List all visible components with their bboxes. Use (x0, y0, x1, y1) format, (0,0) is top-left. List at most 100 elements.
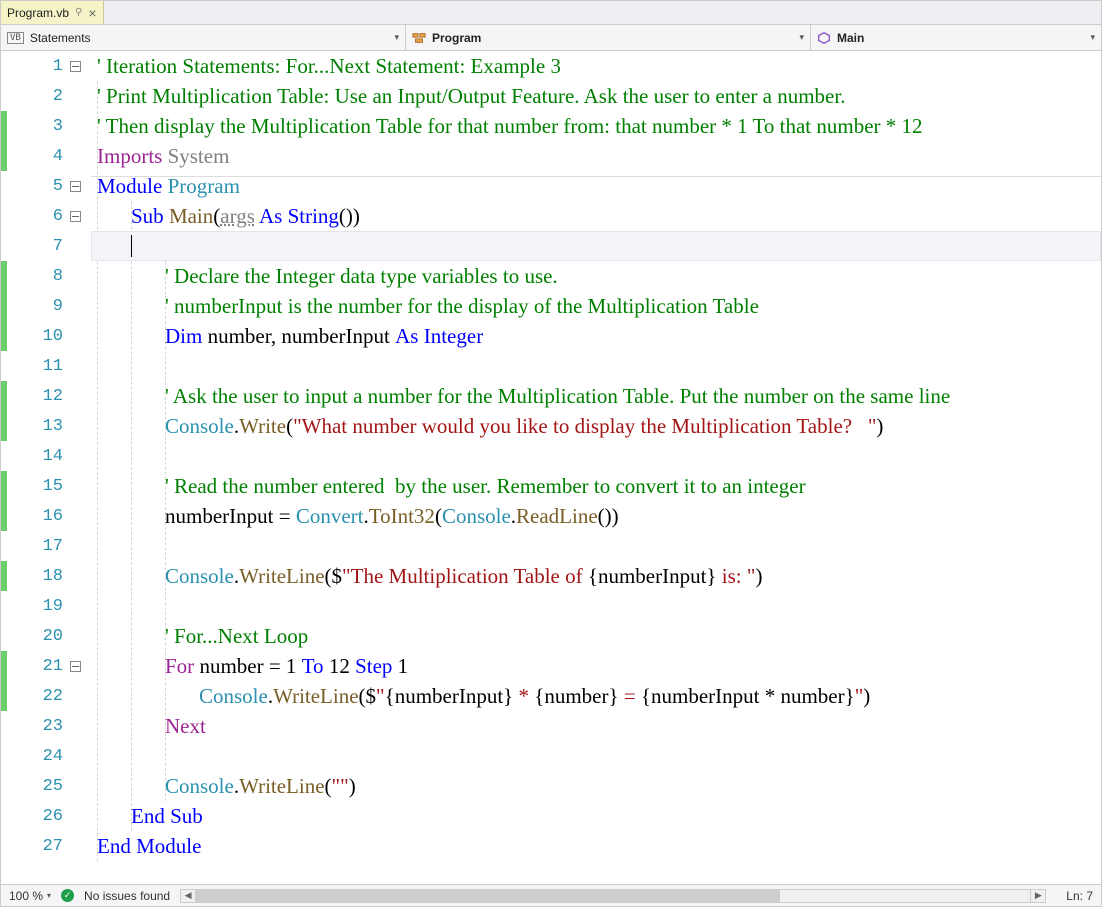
scope-selector[interactable]: VB Statements ▾ (1, 25, 406, 50)
code-line[interactable]: numberInput = Convert.ToInt32(Console.Re… (91, 501, 1101, 531)
code-line[interactable] (91, 591, 1101, 621)
navigation-bar: VB Statements ▾ Program ▾ Main ▾ (1, 25, 1101, 51)
line-number: 26 (43, 807, 63, 826)
scrollbar-track[interactable] (196, 889, 1030, 903)
status-bar: 100 % ▾ ✓ No issues found ◀ ▶ Ln: 7 (1, 884, 1101, 906)
editor-window: Program.vb ⚲ × VB Statements ▾ Program ▾… (0, 0, 1102, 907)
line-number: 23 (43, 717, 63, 736)
change-mark (1, 141, 7, 171)
check-icon: ✓ (61, 889, 74, 902)
code-line[interactable]: ' Then display the Multiplication Table … (91, 111, 1101, 141)
code-line[interactable]: Console.WriteLine($"{numberInput} * {num… (91, 681, 1101, 711)
code-line[interactable] (91, 741, 1101, 771)
fold-toggle[interactable] (70, 661, 81, 672)
line-number: 22 (43, 687, 63, 706)
change-mark (1, 681, 7, 711)
line-number: 9 (53, 297, 63, 316)
change-mark (1, 261, 7, 291)
code-area[interactable]: ' Iteration Statements: For...Next State… (91, 51, 1101, 884)
zoom-value: 100 % (9, 889, 43, 903)
line-number: 3 (53, 117, 63, 136)
line-number: 10 (43, 327, 63, 346)
close-icon[interactable]: × (88, 6, 96, 20)
change-mark (1, 321, 7, 351)
line-number: 17 (43, 537, 63, 556)
line-number: 8 (53, 267, 63, 286)
struct-icon (412, 31, 426, 45)
code-line[interactable]: ' Read the number entered by the user. R… (91, 471, 1101, 501)
line-number: 11 (43, 357, 63, 376)
code-line-current[interactable] (91, 231, 1101, 261)
zoom-selector[interactable]: 100 % ▾ (9, 889, 51, 903)
pin-icon[interactable]: ⚲ (75, 7, 82, 18)
code-line[interactable]: Sub Main(args As String()) (91, 201, 1101, 231)
line-number: 1 (53, 57, 63, 76)
chevron-down-icon: ▾ (799, 32, 804, 43)
chevron-down-icon: ▾ (1090, 32, 1095, 43)
type-selector[interactable]: Program ▾ (406, 25, 811, 50)
issues-text: No issues found (84, 889, 170, 903)
change-mark (1, 471, 7, 501)
line-number: 12 (43, 387, 63, 406)
line-number: 18 (43, 567, 63, 586)
line-number: 2 (53, 87, 63, 106)
code-line[interactable]: ' Iteration Statements: For...Next State… (91, 51, 1101, 81)
change-mark (1, 651, 7, 681)
line-number: 27 (43, 837, 63, 856)
code-line[interactable]: Imports System (91, 141, 1101, 171)
change-mark (1, 561, 7, 591)
code-line[interactable] (91, 441, 1101, 471)
line-number: 25 (43, 777, 63, 796)
cursor-position: Ln: 7 (1066, 889, 1093, 903)
fold-toggle[interactable] (70, 211, 81, 222)
tab-filename: Program.vb (7, 6, 69, 20)
code-line[interactable]: ' numberInput is the number for the disp… (91, 291, 1101, 321)
gutter: 1 2 3 4 5 6 7 8 9 10 11 12 13 14 15 16 1… (1, 51, 91, 884)
code-line[interactable]: ' For...Next Loop (91, 621, 1101, 651)
code-line[interactable]: Next (91, 711, 1101, 741)
code-line[interactable]: ' Ask the user to input a number for the… (91, 381, 1101, 411)
code-line[interactable]: Console.WriteLine($"The Multiplication T… (91, 561, 1101, 591)
document-tab[interactable]: Program.vb ⚲ × (1, 1, 104, 24)
code-line[interactable]: Module Program (91, 171, 1101, 201)
member-selector[interactable]: Main ▾ (811, 25, 1101, 50)
line-number: 13 (43, 417, 63, 436)
line-number: 4 (53, 147, 63, 166)
code-line[interactable]: ' Print Multiplication Table: Use an Inp… (91, 81, 1101, 111)
change-mark (1, 411, 7, 441)
member-label: Main (837, 31, 864, 45)
change-mark (1, 501, 7, 531)
chevron-down-icon: ▾ (394, 32, 399, 43)
code-line[interactable]: Console.Write("What number would you lik… (91, 411, 1101, 441)
caret (131, 235, 132, 257)
type-label: Program (432, 31, 481, 45)
fold-toggle[interactable] (70, 61, 81, 72)
chevron-down-icon: ▾ (47, 891, 51, 900)
line-number: 5 (53, 177, 63, 196)
fold-toggle[interactable] (70, 181, 81, 192)
code-line[interactable]: Dim number, numberInput As Integer (91, 321, 1101, 351)
code-line[interactable]: Console.WriteLine("") (91, 771, 1101, 801)
scrollbar-thumb[interactable] (196, 890, 780, 902)
line-number: 20 (43, 627, 63, 646)
change-mark (1, 381, 7, 411)
code-line[interactable] (91, 531, 1101, 561)
code-line[interactable]: For number = 1 To 12 Step 1 (91, 651, 1101, 681)
code-editor[interactable]: 1 2 3 4 5 6 7 8 9 10 11 12 13 14 15 16 1… (1, 51, 1101, 884)
line-number: 7 (53, 237, 63, 256)
scroll-right-button[interactable]: ▶ (1030, 889, 1046, 903)
code-line[interactable]: ' Declare the Integer data type variable… (91, 261, 1101, 291)
line-number: 16 (43, 507, 63, 526)
line-number: 14 (43, 447, 63, 466)
code-line[interactable] (91, 351, 1101, 381)
document-tab-bar: Program.vb ⚲ × (1, 1, 1101, 25)
line-number: 6 (53, 207, 63, 226)
scroll-left-button[interactable]: ◀ (180, 889, 196, 903)
horizontal-scrollbar[interactable]: ◀ ▶ (180, 889, 1046, 903)
scope-label: Statements (30, 31, 91, 45)
line-number: 21 (43, 657, 63, 676)
method-icon (817, 31, 831, 45)
vb-icon: VB (7, 32, 24, 44)
code-line[interactable]: End Module (91, 831, 1101, 861)
code-line[interactable]: End Sub (91, 801, 1101, 831)
